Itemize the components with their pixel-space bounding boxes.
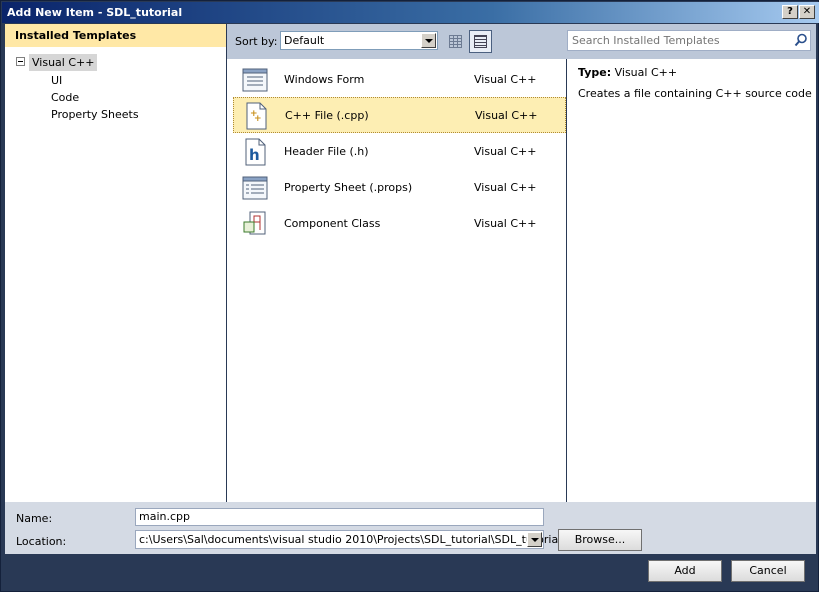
browse-button[interactable]: Browse... xyxy=(558,529,642,551)
template-language: Visual C++ xyxy=(475,109,538,122)
name-field[interactable] xyxy=(135,508,544,526)
collapse-icon[interactable] xyxy=(16,57,25,66)
window-title: Add New Item - SDL_tutorial xyxy=(7,6,183,19)
type-line: Type: Visual C++ xyxy=(578,66,677,79)
search-box[interactable] xyxy=(567,30,811,51)
tree-item-property-sheets[interactable]: Property Sheets xyxy=(51,106,139,123)
tree-item-ui[interactable]: UI xyxy=(51,72,62,89)
installed-templates-panel: Installed Templates Visual C++ UI Code P… xyxy=(5,24,226,502)
name-label: Name: xyxy=(16,512,53,525)
template-item-property-sheet[interactable]: Property Sheet (.props) Visual C++ xyxy=(233,170,566,206)
property-sheet-icon xyxy=(242,176,268,200)
template-item-header-file[interactable]: h Header File (.h) Visual C++ xyxy=(233,134,566,170)
help-button[interactable]: ? xyxy=(782,5,798,19)
windows-form-icon xyxy=(242,68,268,92)
template-name: Windows Form xyxy=(284,73,365,86)
template-details-panel: Type: Visual C++ Creates a file containi… xyxy=(567,59,816,502)
template-name: Header File (.h) xyxy=(284,145,369,158)
medium-icons-view-button[interactable] xyxy=(469,30,492,53)
template-language: Visual C++ xyxy=(474,217,537,230)
component-class-icon xyxy=(243,211,266,235)
add-button[interactable]: Add xyxy=(648,560,722,582)
small-icons-icon xyxy=(449,35,462,48)
name-input[interactable] xyxy=(139,510,539,523)
sort-by-label: Sort by: xyxy=(235,35,278,48)
type-value: Visual C++ xyxy=(614,66,678,79)
search-input[interactable] xyxy=(572,34,787,47)
location-dropdown[interactable]: c:\Users\Sal\documents\visual studio 201… xyxy=(135,530,565,549)
search-icon[interactable] xyxy=(794,33,808,47)
location-value: c:\Users\Sal\documents\visual studio 201… xyxy=(139,533,565,546)
close-button[interactable]: ✕ xyxy=(799,5,815,19)
tree-item-code[interactable]: Code xyxy=(51,89,79,106)
template-item-component-class[interactable]: Component Class Visual C++ xyxy=(233,206,566,242)
header-file-icon: h xyxy=(245,138,266,166)
template-language: Visual C++ xyxy=(474,73,537,86)
dialog-footer: Add Cancel xyxy=(5,554,816,589)
installed-templates-header: Installed Templates xyxy=(5,24,226,47)
svg-text:h: h xyxy=(249,146,260,164)
template-description: Creates a file containing C++ source cod… xyxy=(578,87,812,100)
template-toolbar: Sort by: Default xyxy=(227,24,566,59)
svg-text:+: + xyxy=(254,114,262,124)
list-view-icon xyxy=(474,35,487,48)
item-properties-area: Name: Location: c:\Users\Sal\documents\v… xyxy=(5,502,816,554)
search-toolbar xyxy=(566,24,816,59)
template-item-cpp-file[interactable]: + + C++ File (.cpp) Visual C++ xyxy=(233,97,566,133)
location-label: Location: xyxy=(16,535,67,548)
sort-by-dropdown[interactable]: Default xyxy=(280,31,438,50)
chevron-down-icon[interactable] xyxy=(527,532,542,547)
add-new-item-dialog: Add New Item - SDL_tutorial ? ✕ Installe… xyxy=(0,0,819,592)
template-name: Component Class xyxy=(284,217,381,230)
template-name: C++ File (.cpp) xyxy=(285,109,369,122)
template-language: Visual C++ xyxy=(474,145,537,158)
chevron-down-icon[interactable] xyxy=(421,33,436,48)
sort-by-value: Default xyxy=(284,34,325,47)
small-icons-view-button[interactable] xyxy=(445,31,466,52)
cpp-file-icon: + + xyxy=(246,102,267,130)
type-label: Type: xyxy=(578,66,612,79)
template-name: Property Sheet (.props) xyxy=(284,181,413,194)
template-list: Windows Form Visual C++ + + C++ File (.c… xyxy=(227,59,566,502)
template-language: Visual C++ xyxy=(474,181,537,194)
title-bar[interactable]: Add New Item - SDL_tutorial ? ✕ xyxy=(2,2,819,23)
tree-item-visual-cpp[interactable]: Visual C++ xyxy=(29,54,98,71)
cancel-button[interactable]: Cancel xyxy=(731,560,805,582)
template-item-windows-form[interactable]: Windows Form Visual C++ xyxy=(233,62,566,98)
